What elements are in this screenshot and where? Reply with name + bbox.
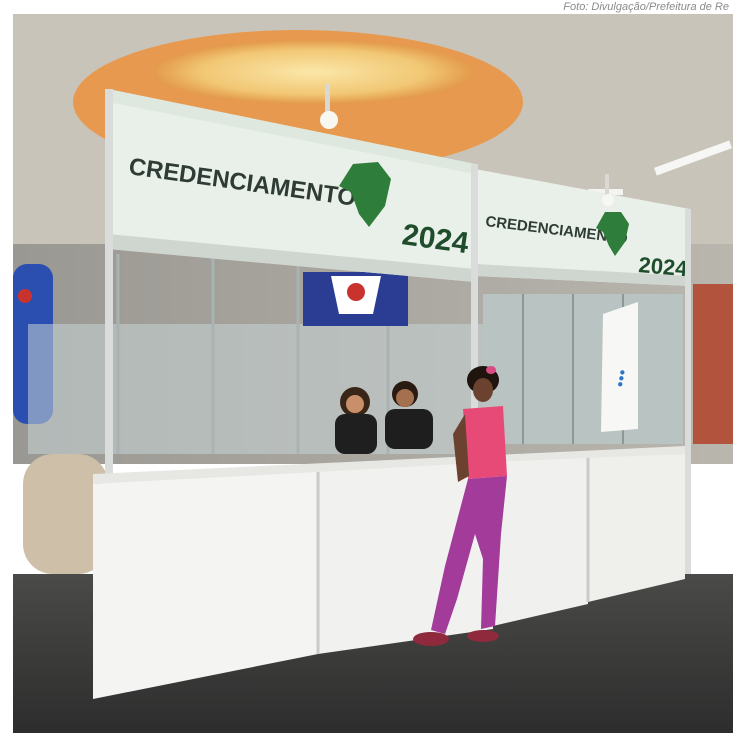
- photo-scene: ●●● CREDENCIAMENTO 2024 CREDENCIAMENTO 2…: [13, 14, 733, 733]
- blue-sign-mark: [18, 289, 32, 303]
- skylight: [153, 40, 473, 104]
- flag-emblem-dot: [347, 283, 365, 301]
- roll-up-banner: [601, 302, 638, 432]
- photo-credit: Foto: Divulgação/Prefeitura de Re: [563, 1, 729, 13]
- photo: ●●● CREDENCIAMENTO 2024 CREDENCIAMENTO 2…: [13, 14, 733, 733]
- brick-wall: [693, 284, 733, 444]
- window-right: [483, 294, 683, 444]
- banner-right-year: 2024: [638, 252, 690, 281]
